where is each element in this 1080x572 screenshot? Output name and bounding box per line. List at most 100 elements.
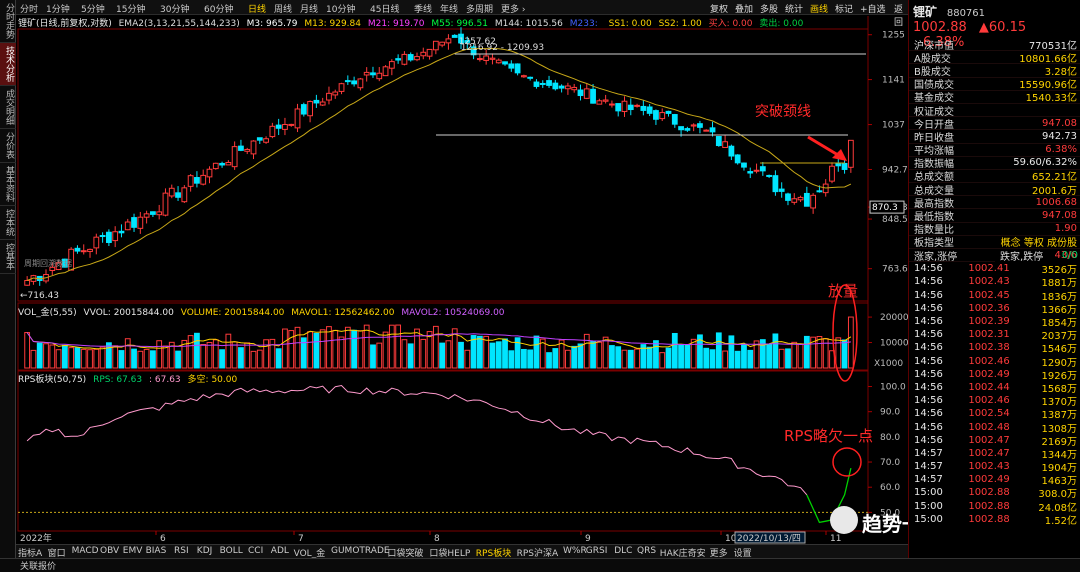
- candle-up: [187, 175, 194, 187]
- indicator-tab-3[interactable]: OBV: [100, 546, 119, 556]
- volume-bar: [68, 347, 75, 369]
- candle-down: [747, 171, 754, 174]
- stat-value: 947.08: [1042, 210, 1077, 222]
- indicator-tab-6[interactable]: RSI: [174, 546, 189, 556]
- volume-bar: [150, 350, 156, 369]
- wechat-icon: [830, 506, 858, 534]
- volume-bar: [565, 349, 571, 369]
- candle-down: [590, 88, 596, 104]
- rps-value: RPS: 67.63: [93, 375, 143, 385]
- vol-tick-label: 10000: [880, 339, 908, 349]
- stat-value: 2001.6万: [1032, 185, 1077, 197]
- volume-bar: [596, 341, 603, 369]
- tick-time: 14:56: [914, 355, 943, 367]
- volume-bar: [445, 340, 452, 369]
- tick-time: 14:56: [914, 368, 943, 380]
- volume-bar: [766, 343, 773, 369]
- tick-row: 14:56 1002.43 1881万: [909, 275, 1080, 289]
- tick-time: 14:56: [914, 434, 943, 446]
- status-bar: 关联报价: [0, 558, 1080, 572]
- volume-bar: [684, 344, 691, 369]
- indicator-tab-4[interactable]: EMV: [123, 546, 143, 556]
- volume-bar: [483, 335, 490, 369]
- volume-bar: [275, 348, 282, 369]
- volume-bar: [395, 324, 402, 369]
- tick-volume: 1.52亿: [1044, 515, 1077, 527]
- candle-up: [829, 165, 835, 182]
- tick-price: 1002.43: [968, 461, 1010, 473]
- stock-terminal: 分时走势 技术分析 成交明细 分价表 基本资料 控本统 控基本 分时 1分钟 5分钟 15分钟 30…: [0, 0, 1080, 572]
- volume-bar: [703, 347, 710, 369]
- volume-bar: [200, 344, 207, 369]
- tick-row: 15:00 1002.88 1.52亿: [909, 513, 1080, 527]
- candle-up: [797, 196, 804, 201]
- volume-bar: [690, 338, 697, 369]
- indicator-tab-2[interactable]: MACD: [72, 546, 99, 556]
- candle-up: [520, 75, 527, 78]
- tick-row: 14:56 1002.47 2169万: [909, 434, 1080, 448]
- stock-code: 880761: [946, 8, 986, 19]
- indicator-tab-7[interactable]: KDJ: [197, 546, 213, 556]
- candle-down: [766, 174, 773, 177]
- volume-bar: [709, 349, 716, 369]
- indicator-tab-20[interactable]: QRS: [637, 546, 656, 556]
- volume-bar: [797, 343, 804, 369]
- tick-price: 1002.43: [968, 276, 1010, 288]
- volume-bar: [118, 350, 125, 369]
- candle-up: [288, 123, 295, 126]
- candle-up: [401, 53, 408, 65]
- volume-bar: [508, 350, 515, 369]
- volume-bar: [231, 341, 238, 369]
- volume-bar: [36, 342, 43, 369]
- candle-up: [445, 38, 452, 44]
- volume-bar: [646, 346, 653, 369]
- candle-down: [118, 230, 125, 234]
- indicator-tab-9[interactable]: CCI: [248, 546, 263, 556]
- tick-time: 14:56: [914, 381, 943, 393]
- volume-bar: [332, 329, 339, 369]
- tick-time: 15:00: [914, 500, 943, 512]
- price-tick-label: 848.5: [882, 215, 908, 225]
- tick-price: 1002.49: [968, 474, 1010, 486]
- volume-bar: [256, 349, 263, 369]
- candle-up: [602, 99, 609, 102]
- tick-price: 1002.46: [968, 355, 1010, 367]
- tick-time: 14:56: [914, 395, 943, 407]
- tick-list[interactable]: 14:56 1002.41 3526万 14:56 1002.43 1881万 14:56 1…: [909, 262, 1080, 527]
- stat-value: 6.38%: [1045, 144, 1077, 156]
- volume-bar: [621, 349, 628, 369]
- volume-bar: [376, 342, 383, 369]
- indicator-tab-18[interactable]: GRSI: [586, 546, 608, 556]
- indicator-tab-10[interactable]: ADL: [271, 546, 289, 556]
- indicator-tab-8[interactable]: BOLL: [220, 546, 243, 556]
- tick-price: 1002.47: [968, 434, 1010, 446]
- tick-row: 14:56 1002.48 1308万: [909, 420, 1080, 435]
- candle-up: [659, 112, 666, 120]
- tick-time: 14:56: [914, 408, 943, 420]
- volume-bar: [55, 349, 62, 369]
- candle-up: [212, 162, 219, 170]
- indicator-tab-17[interactable]: W%R: [563, 546, 587, 556]
- fall-value: 0/0: [1061, 250, 1078, 262]
- stats-table: 沪深市值 770531亿 A股成交 10801.66亿 B股成交 3.28亿 国债成交 155…: [909, 38, 1080, 263]
- indicator-tab-5[interactable]: BIAS: [146, 546, 167, 556]
- indicator-tab-12[interactable]: GUMOTRADE: [331, 546, 390, 556]
- candle-up: [112, 231, 119, 242]
- volume-bar: [841, 339, 848, 369]
- candle-up: [753, 169, 760, 172]
- candle-down: [370, 72, 376, 76]
- candle-up: [596, 100, 603, 105]
- candle-up: [363, 71, 370, 76]
- candle-up: [388, 61, 395, 69]
- volume-bar: [476, 335, 483, 369]
- candle-up: [181, 187, 188, 203]
- tick-price: 1002.38: [968, 342, 1010, 354]
- candle-down: [734, 154, 741, 164]
- chart-area[interactable]: 125511411037942.7870.3848.5763.6870.3125…: [0, 0, 908, 544]
- indicator-tab-19[interactable]: DLC: [614, 546, 632, 556]
- tick-time: 14:56: [914, 276, 943, 288]
- candle-down: [728, 145, 735, 157]
- volume-bar: [263, 339, 269, 369]
- date-label: 2022/10/13/四: [737, 534, 801, 544]
- low-label: ←716.43: [20, 291, 59, 301]
